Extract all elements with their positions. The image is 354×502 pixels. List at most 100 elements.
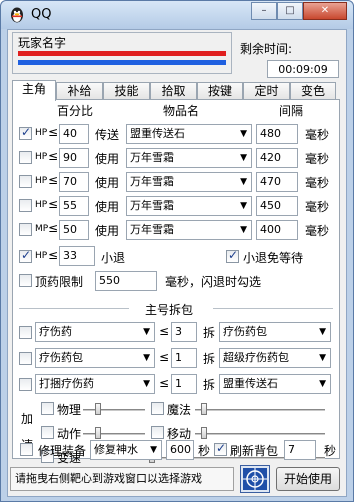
tab-pickup[interactable]: 拾取 (150, 82, 197, 100)
split-action: 拆 (203, 378, 216, 392)
rule-value-input[interactable]: 40 (59, 124, 89, 144)
tab-color[interactable]: 变色 (290, 82, 336, 100)
speed-label-top: 加 (21, 412, 34, 426)
start-button[interactable]: 开始使用 (276, 467, 340, 491)
split-pack-select[interactable]: 超级疗伤药包 ▼ (219, 348, 331, 368)
rule-interval-input[interactable]: 470 (256, 172, 298, 192)
magic-slider[interactable] (195, 409, 325, 411)
rule-compare: ≤ (48, 125, 59, 139)
maximize-button[interactable]: □ (277, 2, 303, 20)
retreat-checkbox[interactable] (19, 248, 32, 263)
title-bar[interactable]: QQ – □ ✕ (1, 1, 353, 29)
chevron-down-icon: ▼ (240, 201, 247, 211)
rule-value-input[interactable]: 50 (59, 220, 89, 240)
rule-checkbox[interactable] (19, 223, 32, 236)
chevron-down-icon: ▼ (240, 177, 247, 187)
chevron-down-icon: ▼ (240, 153, 247, 163)
physics-slider[interactable] (83, 409, 145, 411)
split-compare: ≤ (159, 324, 170, 338)
move-checkbox[interactable] (151, 426, 164, 439)
repair-unit: 秒 (198, 444, 211, 458)
split-count-input[interactable]: 3 (171, 322, 197, 342)
minimize-button[interactable]: – (251, 2, 277, 20)
tab-timer[interactable]: 定时 (243, 82, 290, 100)
remaining-time-label: 剩余时间: (240, 42, 293, 56)
mp-bar (18, 60, 226, 65)
player-status-panel: 玩家名字 (12, 32, 232, 74)
rule-stat: HP (35, 200, 48, 210)
split-checkbox[interactable] (19, 378, 32, 391)
action-slider-thumb[interactable] (95, 427, 101, 439)
split-count-input[interactable]: 1 (171, 348, 197, 368)
rule-action: 使用 (95, 200, 120, 214)
repair-checkbox[interactable] (20, 443, 33, 456)
retreat-compare: ≤ (48, 248, 59, 262)
rule-item-select[interactable]: 盟重传送石 ▼ (126, 124, 252, 144)
split-item-select[interactable]: 打捆疗伤药 ▼ (35, 374, 155, 394)
split-item-select[interactable]: 疗伤药 ▼ (35, 322, 155, 342)
split-item-select[interactable]: 疗伤药包 ▼ (35, 348, 155, 368)
rule-stat: HP (35, 176, 48, 186)
top-limit-checkbox[interactable] (19, 274, 32, 287)
divider (19, 308, 129, 309)
refresh-bag-input[interactable]: 7 (284, 440, 316, 460)
rule-stat: MP (35, 224, 49, 234)
crosshair-target-icon[interactable] (240, 465, 270, 493)
split-pack-select[interactable]: 疗伤药包 ▼ (219, 322, 331, 342)
rule-interval-input[interactable]: 420 (256, 148, 298, 168)
action-checkbox[interactable] (41, 426, 54, 439)
tab-skill[interactable]: 技能 (103, 82, 150, 100)
rule-unit: 毫秒 (305, 200, 330, 214)
physics-checkbox[interactable] (41, 402, 54, 415)
rule-action: 使用 (95, 152, 120, 166)
repair-label: 修理装备 (38, 444, 87, 458)
tab-supply[interactable]: 补给 (56, 82, 103, 100)
status-hint: 请拖曳右侧靶心到游戏窗口以选择游戏 (10, 467, 234, 491)
split-checkbox[interactable] (19, 352, 32, 365)
repair-interval-input[interactable]: 600 (166, 440, 194, 460)
rule-value-input[interactable]: 90 (59, 148, 89, 168)
hp-bar (18, 51, 226, 56)
move-slider-thumb[interactable] (201, 427, 207, 439)
qq-penguin-icon (11, 7, 23, 23)
close-button[interactable]: ✕ (303, 2, 347, 20)
magic-checkbox[interactable] (151, 402, 164, 415)
split-checkbox[interactable] (19, 326, 32, 339)
chevron-down-icon: ▼ (240, 129, 247, 139)
magic-label: 魔法 (167, 403, 192, 417)
retreat-no-wait-checkbox[interactable] (226, 248, 239, 263)
physics-slider-thumb[interactable] (95, 403, 101, 415)
top-limit-input[interactable]: 550 (95, 271, 157, 291)
chevron-down-icon: ▼ (319, 327, 326, 337)
rule-interval-input[interactable]: 480 (256, 124, 298, 144)
move-slider[interactable] (195, 433, 325, 435)
rule-unit: 毫秒 (305, 128, 330, 142)
rule-value-input[interactable]: 55 (59, 196, 89, 216)
split-pack-select[interactable]: 盟重传送石 ▼ (219, 374, 331, 394)
repair-item-select[interactable]: 修复神水 ▼ (90, 440, 162, 460)
rule-item-select[interactable]: 万年雪霜 ▼ (126, 172, 252, 192)
rule-interval-input[interactable]: 400 (256, 220, 298, 240)
split-count-input[interactable]: 1 (171, 374, 197, 394)
rule-checkbox[interactable] (19, 125, 32, 140)
retreat-value-input[interactable]: 33 (59, 246, 95, 266)
header-item: 物品名 (163, 104, 200, 118)
action-slider[interactable] (83, 433, 145, 435)
rule-item-select[interactable]: 万年雪霜 ▼ (126, 196, 252, 216)
action-label: 动作 (57, 427, 82, 441)
tab-keys[interactable]: 按键 (197, 82, 243, 100)
chevron-down-icon: ▼ (143, 353, 150, 363)
rule-checkbox[interactable] (19, 151, 32, 164)
chevron-down-icon: ▼ (143, 327, 150, 337)
rule-value-input[interactable]: 70 (59, 172, 89, 192)
rule-action: 使用 (95, 176, 120, 190)
split-action: 拆 (203, 352, 216, 366)
rule-checkbox[interactable] (19, 199, 32, 212)
refresh-bag-checkbox[interactable] (214, 441, 227, 456)
rule-item-select[interactable]: 万年雪霜 ▼ (126, 220, 252, 240)
magic-slider-thumb[interactable] (201, 403, 207, 415)
tab-main[interactable]: 主角 (12, 80, 56, 101)
rule-interval-input[interactable]: 450 (256, 196, 298, 216)
rule-checkbox[interactable] (19, 175, 32, 188)
rule-item-select[interactable]: 万年雪霜 ▼ (126, 148, 252, 168)
